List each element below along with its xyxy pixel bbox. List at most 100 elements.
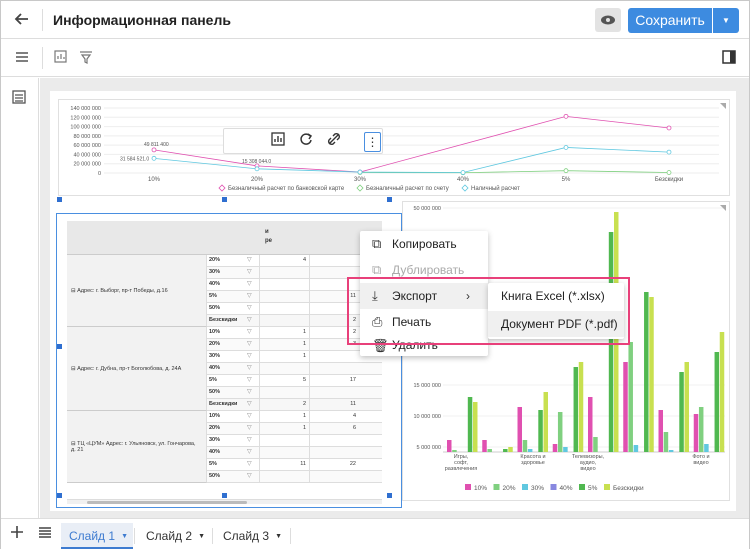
- bar: [578, 362, 584, 452]
- menu-icon[interactable]: [14, 50, 30, 66]
- bar: [623, 362, 628, 452]
- header: Информационная панель Сохранить ▼: [1, 1, 749, 39]
- table-row[interactable]: 5% ▽ 5 17: [207, 375, 382, 387]
- table-group-cell[interactable]: ⊟ ТЦ «ЦУМ» Адрес: г. Ульяновск, ул. Гонч…: [67, 411, 207, 483]
- list-icon[interactable]: [12, 90, 28, 106]
- table-cell: [309, 447, 359, 459]
- plus-icon[interactable]: [10, 525, 24, 544]
- filter-icon[interactable]: ▽: [247, 436, 252, 443]
- resize-handle[interactable]: [387, 197, 392, 202]
- resize-handle[interactable]: [222, 493, 227, 498]
- tab-slide-2[interactable]: Слайд 2 ▼: [138, 523, 212, 549]
- filter-icon[interactable]: ▽: [247, 412, 252, 419]
- tab-slide-3[interactable]: Слайд 3 ▼: [215, 523, 289, 549]
- row-label: 20%: [209, 257, 221, 263]
- table-row[interactable]: 20% ▽ 4: [207, 255, 382, 267]
- filter-icon[interactable]: ▽: [247, 364, 252, 371]
- caret-down-icon: ▼: [275, 532, 282, 540]
- table-group-label: ⊟ ТЦ «ЦУМ» Адрес: г. Ульяновск, ул. Гонч…: [71, 440, 196, 453]
- resize-handle[interactable]: [57, 493, 62, 498]
- preview-button[interactable]: [595, 8, 621, 32]
- filter-icon[interactable]: ▽: [247, 268, 252, 275]
- refresh-icon[interactable]: [296, 132, 316, 152]
- unlink-icon[interactable]: [324, 132, 344, 152]
- back-button[interactable]: [14, 11, 34, 31]
- y-tick-label: 120 000 000: [70, 115, 101, 121]
- table-row[interactable]: 40% ▽: [207, 447, 382, 459]
- table-cell: 6: [309, 423, 359, 435]
- chart-settings-icon[interactable]: [53, 50, 69, 66]
- table-row[interactable]: 30% ▽: [207, 435, 382, 447]
- more-options-button[interactable]: ⋮: [364, 132, 381, 152]
- toolbar: [1, 39, 749, 77]
- filter-icon[interactable]: ▽: [247, 400, 252, 407]
- table-row[interactable]: 50% ▽: [207, 471, 382, 483]
- table-cell: 17: [309, 375, 359, 387]
- resize-handle[interactable]: [57, 197, 62, 202]
- table-group-label: ⊟ Адрес: г. Дубна, пр-т Боголюбова, д. 2…: [71, 365, 182, 372]
- panel-corner-marker: [720, 205, 726, 211]
- bar: [698, 407, 704, 452]
- filter-icon[interactable]: ▽: [247, 424, 252, 431]
- filter-icon[interactable]: ▽: [247, 388, 252, 395]
- scrollbar-thumb[interactable]: [87, 501, 247, 504]
- table-cell: [259, 471, 309, 483]
- resize-handle[interactable]: [222, 197, 227, 202]
- tab-slide-1[interactable]: Слайд 1 ▼: [61, 523, 133, 549]
- filter-icon[interactable]: ▽: [247, 448, 252, 455]
- filter-icon[interactable]: ▽: [247, 280, 252, 287]
- resize-handle[interactable]: [387, 493, 392, 498]
- table-cell: 1: [259, 411, 309, 423]
- chart-type-icon[interactable]: [268, 132, 288, 152]
- line-chart-panel[interactable]: 140 000 000 120 000 000 100 000 000 80 000 …: [58, 99, 730, 196]
- list-icon[interactable]: [38, 525, 52, 544]
- table-group-cell[interactable]: ⊟ Адрес: г. Дубна, пр-т Боголюбова, д. 2…: [67, 327, 207, 411]
- table-group-cell[interactable]: ⊟ Адрес: г. Выборг, пр-т Победы, д.16: [67, 255, 207, 327]
- filter-icon[interactable]: ▽: [247, 304, 252, 311]
- app-window: Информационная панель Сохранить ▼ 140 00…: [0, 0, 750, 549]
- filter-icon[interactable]: ▽: [247, 328, 252, 335]
- bar: [644, 292, 649, 452]
- table-row[interactable]: 40% ▽: [207, 363, 382, 375]
- filter-icon[interactable]: [78, 50, 94, 66]
- save-button[interactable]: Сохранить: [628, 8, 712, 33]
- row-label: 40%: [209, 365, 221, 371]
- panel-toggle-icon[interactable]: [721, 50, 737, 66]
- filter-icon[interactable]: ▽: [247, 460, 252, 467]
- menu-item-copy[interactable]: ⧉ Копировать: [360, 231, 488, 257]
- filter-icon[interactable]: ▽: [247, 316, 252, 323]
- table-cell: [309, 351, 359, 363]
- row-label: Безскидки: [209, 401, 238, 407]
- row-label: 20%: [209, 425, 221, 431]
- save-dropdown-button[interactable]: ▼: [713, 8, 739, 33]
- filter-icon[interactable]: ▽: [247, 352, 252, 359]
- data-point: [666, 149, 672, 155]
- x-tick-label: развлечения: [445, 466, 477, 472]
- x-tick-label: 20%: [251, 177, 264, 183]
- filter-icon[interactable]: ▽: [247, 340, 252, 347]
- resize-handle[interactable]: [57, 344, 62, 349]
- table-widget[interactable]: и ре ⊟ Адрес: г. Выборг, пр-т Победы, д.…: [56, 213, 402, 508]
- legend-label: 10%: [474, 485, 487, 492]
- bar: [704, 444, 709, 452]
- filter-icon[interactable]: ▽: [247, 376, 252, 383]
- filter-icon[interactable]: ▽: [247, 292, 252, 299]
- table-row[interactable]: 5% ▽ 11 22: [207, 459, 382, 471]
- table-cell: 4: [309, 411, 359, 423]
- y-tick-label: 15 000 000: [413, 383, 441, 389]
- legend-label: Наличный расчет: [471, 185, 520, 192]
- filter-icon[interactable]: ▽: [247, 256, 252, 263]
- tab-label: Слайд 3: [223, 529, 270, 543]
- eye-icon: [601, 15, 615, 25]
- bar: [452, 450, 457, 452]
- table-row[interactable]: 30% ▽ 1: [207, 351, 382, 363]
- tab-label: Слайд 2: [146, 529, 193, 543]
- table-row[interactable]: 10% ▽ 1 4: [207, 411, 382, 423]
- bar: [508, 447, 513, 452]
- filter-icon[interactable]: ▽: [247, 472, 252, 479]
- tab-divider: [212, 528, 213, 544]
- table-row[interactable]: 50% ▽: [207, 387, 382, 399]
- horizontal-scrollbar[interactable]: [67, 499, 382, 504]
- table-row[interactable]: 20% ▽ 1 6: [207, 423, 382, 435]
- table-row[interactable]: Безскидки ▽ 2 11: [207, 399, 382, 411]
